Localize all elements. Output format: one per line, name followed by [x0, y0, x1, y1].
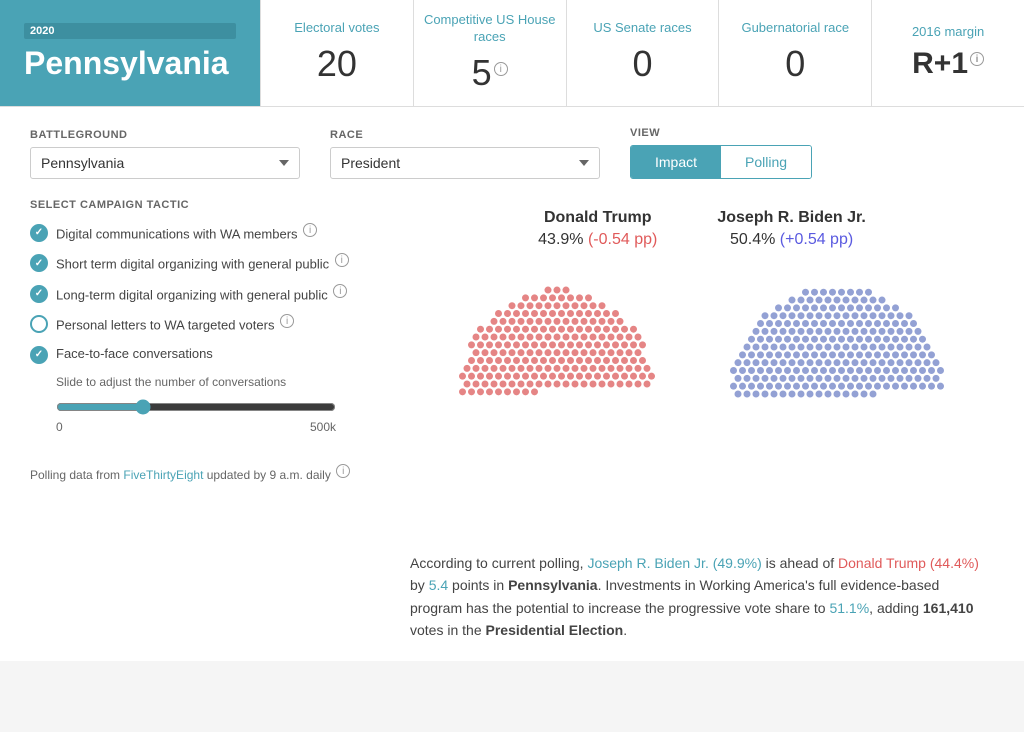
view-polling-button[interactable]: Polling — [721, 146, 811, 178]
conversations-slider[interactable] — [56, 399, 336, 415]
stat-house-races: Competitive US House races 5i — [413, 0, 566, 106]
biden-polling-ref: Joseph R. Biden Jr. (49.9%) — [587, 555, 761, 571]
stat-gubernatorial-label: Gubernatorial race — [741, 20, 849, 37]
race-select[interactable]: President — [330, 147, 600, 179]
view-control: VIEW Impact Polling — [630, 127, 812, 179]
stat-electoral-votes-value: 20 — [317, 43, 357, 85]
trump-dot-cluster — [442, 269, 672, 522]
tactic-checkbox-3[interactable] — [30, 285, 48, 303]
page-header: 2020 Pennsylvania Electoral votes 20 Com… — [0, 0, 1024, 107]
stat-margin-label: 2016 margin — [912, 24, 984, 41]
info-icon-margin[interactable]: i — [970, 52, 984, 66]
trump-pct: 43.9% (-0.54 pp) — [538, 231, 657, 249]
slider-labels: 0 500k — [56, 420, 336, 434]
trump-name: Donald Trump — [538, 209, 657, 227]
controls-row: BATTLEGROUND Pennsylvania RACE President… — [30, 127, 994, 179]
polling-note-prefix: Polling data from — [30, 468, 123, 482]
year-badge: 2020 — [24, 23, 236, 39]
polling-note: Polling data from FiveThirtyEight update… — [30, 464, 390, 484]
biden-dot-cluster — [712, 269, 962, 522]
info-icon-t3[interactable]: i — [333, 284, 347, 298]
biden-change: (+0.54 pp) — [780, 231, 853, 248]
tactic-item-2: Short term digital organizing with gener… — [30, 253, 390, 274]
stat-house-races-label: Competitive US House races — [422, 12, 558, 46]
candidate-trump: Donald Trump 43.9% (-0.54 pp) — [538, 209, 657, 249]
tactic-label-4: Personal letters to WA targeted voters i — [56, 314, 294, 335]
sidebar: SELECT CAMPAIGN TACTIC Digital communica… — [30, 199, 390, 642]
dots-row — [442, 269, 962, 522]
tactic-label-1: Digital communications with WA members i — [56, 223, 317, 244]
stat-senate-races: US Senate races 0 — [566, 0, 719, 106]
margin-value: 5.4 — [429, 577, 448, 593]
votes-added: 161,410 — [923, 600, 974, 616]
info-icon-polling[interactable]: i — [336, 464, 350, 478]
chart-area: Donald Trump 43.9% (-0.54 pp) Joseph R. … — [410, 199, 994, 642]
biden-pct: 50.4% (+0.54 pp) — [717, 231, 865, 249]
state-panel: 2020 Pennsylvania — [0, 0, 260, 106]
main-content: BATTLEGROUND Pennsylvania RACE President… — [0, 107, 1024, 662]
stat-gubernatorial: Gubernatorial race 0 — [718, 0, 871, 106]
tactic-checkbox-2[interactable] — [30, 254, 48, 272]
election-type: Presidential Election — [486, 622, 624, 638]
tactic-checkbox-5[interactable] — [30, 346, 48, 364]
biden-name: Joseph R. Biden Jr. — [717, 209, 865, 227]
state-name: Pennsylvania — [24, 45, 236, 82]
info-icon-house[interactable]: i — [494, 62, 508, 76]
view-toggle: Impact Polling — [630, 145, 812, 179]
view-label: VIEW — [630, 127, 812, 139]
battleground-label: BATTLEGROUND — [30, 129, 300, 141]
state-ref: Pennsylvania — [508, 577, 598, 593]
stat-margin-value: R+1i — [912, 47, 984, 81]
stat-senate-races-value: 0 — [632, 43, 652, 85]
polling-note-suffix: updated by 9 a.m. daily — [203, 468, 330, 482]
tactic-item-5: Face-to-face conversations — [30, 345, 390, 364]
tactic-item-1: Digital communications with WA members i — [30, 223, 390, 244]
description-text: According to current polling, Joseph R. … — [410, 552, 994, 642]
biden-dots-svg — [712, 269, 962, 519]
stat-electoral-votes-label: Electoral votes — [294, 20, 379, 37]
tactic-item-4: Personal letters to WA targeted voters i — [30, 314, 390, 335]
trump-polling-ref: Donald Trump (44.4%) — [838, 555, 979, 571]
trump-dots-svg — [442, 269, 672, 499]
stat-electoral-votes: Electoral votes 20 — [260, 0, 413, 106]
battleground-control: BATTLEGROUND Pennsylvania — [30, 129, 300, 179]
content-area: SELECT CAMPAIGN TACTIC Digital communica… — [30, 199, 994, 642]
stat-gubernatorial-value: 0 — [785, 43, 805, 85]
stat-margin: 2016 margin R+1i — [871, 0, 1024, 106]
info-icon-t2[interactable]: i — [335, 253, 349, 267]
race-label: RACE — [330, 129, 600, 141]
info-icon-t1[interactable]: i — [303, 223, 317, 237]
view-impact-button[interactable]: Impact — [631, 146, 721, 178]
candidates-row: Donald Trump 43.9% (-0.54 pp) Joseph R. … — [410, 209, 994, 249]
trump-change: (-0.54 pp) — [588, 231, 657, 248]
slider-max-label: 500k — [310, 420, 336, 434]
slider-section: Slide to adjust the number of conversati… — [56, 374, 390, 434]
tactic-checkbox-4[interactable] — [30, 315, 48, 333]
tactic-item-3: Long-term digital organizing with genera… — [30, 284, 390, 305]
header-stats: Electoral votes 20 Competitive US House … — [260, 0, 1024, 106]
tactic-label-2: Short term digital organizing with gener… — [56, 253, 349, 274]
tactic-checkbox-1[interactable] — [30, 224, 48, 242]
slider-desc: Slide to adjust the number of conversati… — [56, 374, 390, 391]
battleground-select[interactable]: Pennsylvania — [30, 147, 300, 179]
stat-house-races-value: 5i — [472, 52, 508, 94]
tactic-label-3: Long-term digital organizing with genera… — [56, 284, 347, 305]
candidate-biden: Joseph R. Biden Jr. 50.4% (+0.54 pp) — [717, 209, 865, 249]
fivethirtyeight-link[interactable]: FiveThirtyEight — [123, 468, 203, 482]
tactic-section-title: SELECT CAMPAIGN TACTIC — [30, 199, 390, 211]
tactic-label-5: Face-to-face conversations — [56, 345, 213, 363]
race-control: RACE President — [330, 129, 600, 179]
stat-senate-races-label: US Senate races — [593, 20, 691, 37]
slider-min-label: 0 — [56, 420, 63, 434]
info-icon-t4[interactable]: i — [280, 314, 294, 328]
new-share: 51.1% — [829, 600, 869, 616]
